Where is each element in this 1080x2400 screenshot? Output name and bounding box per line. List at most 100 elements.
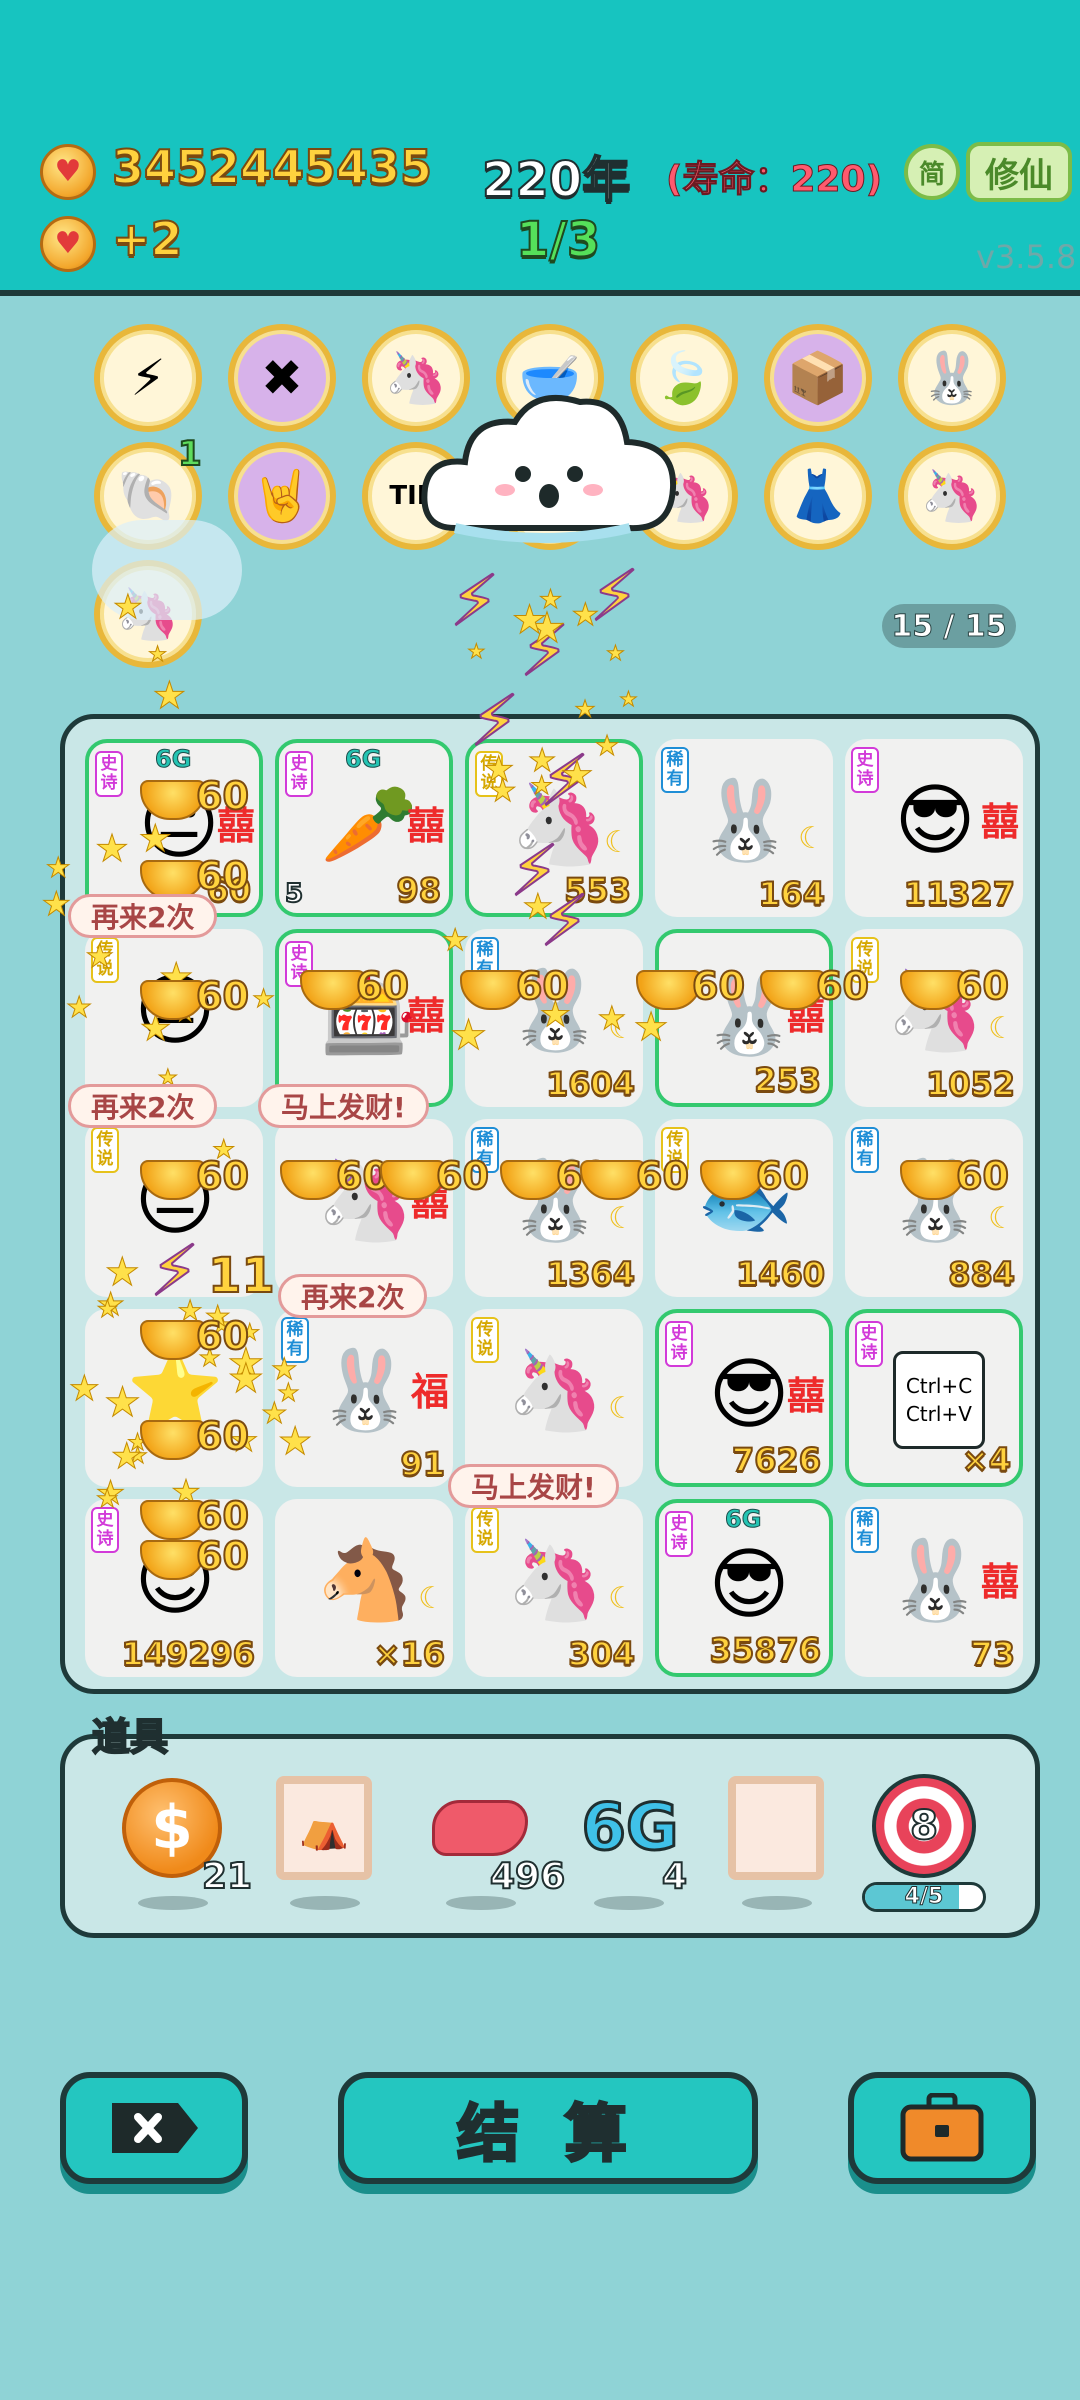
close-tag-icon: [112, 2103, 198, 2153]
cell-value: 73: [969, 1634, 1016, 1674]
cell-value: 304: [567, 1634, 636, 1674]
star-icon: ★: [138, 815, 172, 860]
cell-value: 7626: [731, 1440, 822, 1480]
item-count: 496: [489, 1855, 566, 1898]
rarity-tag: 稀有: [851, 1507, 879, 1553]
board-cell[interactable]: 史诗 🎰 囍: [275, 929, 453, 1107]
ingot-value: 60: [435, 1153, 490, 1199]
moon-icon: ☾: [988, 1201, 1015, 1236]
star-icon: ★: [594, 728, 620, 762]
target-item[interactable]: 8: [864, 1766, 984, 1886]
board-cell[interactable]: 传说 🦄 ☾ 304: [465, 1499, 643, 1677]
6g-badge: 6G: [724, 1505, 762, 1534]
board-cell[interactable]: 稀有 🐰 ☾ 1364: [465, 1119, 643, 1297]
moon-icon: ☾: [608, 1391, 635, 1426]
fortune-bubble: 马上发财!: [448, 1464, 619, 1508]
rabbit-icon: 🐰: [316, 1345, 414, 1436]
cell-value: 1460: [735, 1254, 826, 1294]
framed-tent-icon: ⛺: [276, 1776, 372, 1880]
ingot-value: 60: [755, 1153, 810, 1199]
ingot-value: 60: [635, 1153, 690, 1199]
framed-tent-item[interactable]: ⛺: [264, 1768, 384, 1888]
settle-button-label: 结 算: [456, 2096, 639, 2172]
relic-page-count: 15 / 15: [882, 604, 1016, 648]
rabbit-icon: 🐰: [920, 348, 984, 407]
board-cell[interactable]: 传说 🦄 ☾: [465, 1309, 643, 1487]
board-cell[interactable]: 传说 🦄 ☾ 1052: [845, 929, 1023, 1107]
cloud-mascot-icon: [421, 395, 677, 543]
star-icon: ★: [271, 1351, 299, 1387]
rarity-tag: 稀有: [851, 1127, 879, 1173]
star-icon: ★: [252, 983, 276, 1013]
math-symbols-relic[interactable]: ✖: [228, 324, 336, 432]
board-cell[interactable]: 稀有 🐰 ☾ 884: [845, 1119, 1023, 1297]
ingot-value: 60: [195, 853, 250, 899]
skirt-relic[interactable]: 👗: [764, 442, 872, 550]
settle-button[interactable]: 结 算: [338, 2072, 758, 2184]
item-count: 21: [201, 1855, 253, 1898]
double-happiness-icon: 囍: [980, 1559, 1019, 1604]
board-cell[interactable]: 传说 🐟 1460: [655, 1119, 833, 1297]
item-shadow: [446, 1896, 516, 1910]
board-cell[interactable]: 稀有 🐰 囍 73: [845, 1499, 1023, 1677]
board-cell[interactable]: 稀有 🐰 ☾ 164: [655, 739, 833, 917]
ingot-value: 60: [691, 963, 746, 1009]
items-label: 道具: [91, 1714, 169, 1760]
cultivate-button[interactable]: 修仙: [966, 142, 1072, 202]
math-symbols-icon: ✖: [261, 349, 303, 407]
star-icon: ★: [95, 1483, 119, 1513]
double-happiness-icon: 囍: [786, 1373, 825, 1418]
board-cell[interactable]: 🐴 ☾ ×16: [275, 1499, 453, 1677]
star-icon: ★: [85, 937, 115, 976]
copy-paste-icon: Ctrl+C Ctrl+V: [893, 1351, 985, 1449]
ingot-value: 60: [195, 1413, 250, 1459]
board-cell[interactable]: 🦄 囍: [275, 1119, 453, 1297]
star-icon: ★: [527, 741, 557, 780]
ingot-value: 60: [195, 1493, 250, 1539]
skirt-icon: 👗: [786, 466, 850, 525]
tissue-box-relic[interactable]: 📦: [764, 324, 872, 432]
tissue-box-icon: 📦: [786, 348, 850, 407]
star-icon: ★: [148, 641, 168, 667]
star-icon: ★: [277, 1419, 313, 1464]
rarity-tag: 史诗: [665, 1321, 693, 1367]
unicorn-relic[interactable]: 🦄: [898, 442, 1006, 550]
cell-value: 35876: [709, 1630, 822, 1670]
rarity-tag: 史诗: [95, 751, 123, 797]
empty-frame-item[interactable]: [716, 1768, 836, 1888]
cell-value: 253: [753, 1060, 822, 1100]
backpack-button[interactable]: [848, 2072, 1036, 2184]
board-cell[interactable]: 史诗 Ctrl+C Ctrl+V ×4: [845, 1309, 1023, 1487]
rarity-tag: 传说: [471, 1507, 499, 1553]
cell-value: ×16: [373, 1634, 446, 1674]
carrot-icon: 🥕: [320, 779, 418, 870]
item-shadow: [138, 1896, 208, 1910]
star-icon: ★: [45, 851, 71, 885]
lightning-relic[interactable]: ⚡: [94, 324, 202, 432]
round-counter: 1/3: [515, 211, 601, 269]
board-cell[interactable]: 史诗 😎 囍 11327: [845, 739, 1023, 917]
board-cell[interactable]: 史诗 😎 囍 7626: [655, 1309, 833, 1487]
rock-hand-relic[interactable]: 🤘: [228, 442, 336, 550]
lightning-icon: ⚡: [130, 349, 166, 407]
ingot-value: 60: [195, 973, 250, 1019]
briefcase-icon: [900, 2093, 984, 2162]
moon-icon: ☾: [798, 821, 825, 856]
board-cell[interactable]: 史诗 6G 😎 35876: [655, 1499, 833, 1677]
cell-counter: 5: [284, 878, 304, 910]
board-cell[interactable]: 史诗 6G 🥕 囍 98 5: [275, 739, 453, 917]
cancel-button[interactable]: [60, 2072, 248, 2184]
simplified-chinese-button[interactable]: 简: [904, 144, 960, 200]
rabbit-relic[interactable]: 🐰: [898, 324, 1006, 432]
rarity-tag: 史诗: [855, 1321, 883, 1367]
cell-value: 98: [395, 870, 442, 910]
board-cell[interactable]: 🐰 囍 253: [655, 929, 833, 1107]
year-counter: 220年: [481, 151, 631, 209]
double-happiness-icon: 福: [410, 1369, 449, 1414]
rabbit-icon: 🐰: [696, 775, 794, 866]
star-icon: ★: [41, 883, 72, 923]
lightning-bolt-icon: ⚡: [449, 559, 500, 643]
ingot-value: 60: [955, 1153, 1010, 1199]
star-icon: ★: [104, 1377, 142, 1426]
liver-icon: [432, 1800, 528, 1856]
